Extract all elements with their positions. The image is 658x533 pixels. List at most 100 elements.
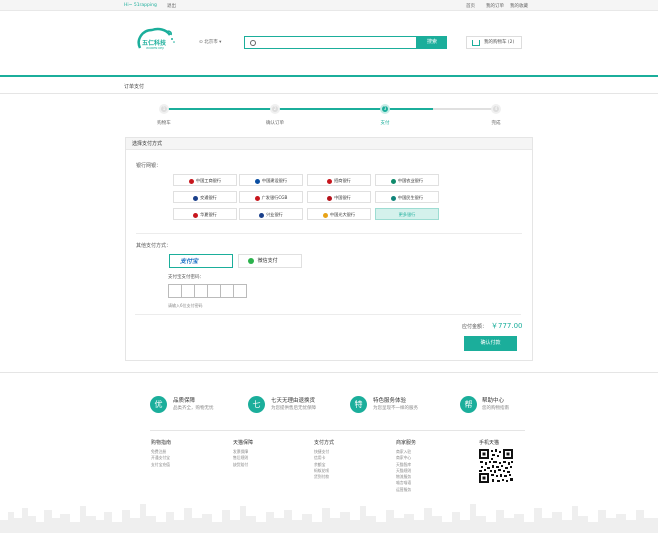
progress-fill <box>163 108 433 110</box>
bank-option-hxb[interactable]: 华夏银行 <box>173 208 237 220</box>
bank-option-boc[interactable]: 中国银行 <box>307 191 371 203</box>
search-button[interactable]: 搜索 <box>417 36 447 49</box>
bank-logo-icon <box>259 212 265 218</box>
footer-heading: 天猫保障 <box>233 440 254 446</box>
password-digit-3[interactable] <box>194 284 208 298</box>
service-subtitle: 品类齐全，购物无忧 <box>173 406 214 411</box>
password-digit-6[interactable] <box>233 284 247 298</box>
my-favorites-link[interactable]: 我的收藏 <box>510 3 528 9</box>
location-text: 北京市 <box>204 40 218 45</box>
service-title: 帮助中心 <box>482 398 505 404</box>
home-link[interactable]: 首页 <box>466 3 475 9</box>
bank-option-icbc[interactable]: 中国工商银行 <box>173 174 237 186</box>
bank-option-cib[interactable]: 兴业银行 <box>239 208 303 220</box>
bank-option-bocom[interactable]: 交通银行 <box>173 191 237 203</box>
footer-heading: 购物指南 <box>151 440 172 446</box>
special-service-icon: 特 <box>350 396 367 413</box>
bank-logo-icon <box>322 212 328 218</box>
service-title: 七天无理由退换货 <box>271 398 316 404</box>
alipay-option[interactable]: 支付宝 <box>169 254 233 268</box>
password-digit-2[interactable] <box>181 284 195 298</box>
wechat-icon <box>248 257 254 264</box>
section-divider <box>136 233 522 234</box>
bank-logo-icon <box>327 178 333 184</box>
step-3-dot: 3 <box>380 104 390 114</box>
service-subtitle: 您的购物指南 <box>482 406 509 411</box>
bank-logo-icon <box>390 195 396 201</box>
password-digit-4[interactable] <box>207 284 221 298</box>
footer-heading: 商家服务 <box>396 440 417 446</box>
city-skyline-decoration <box>0 504 658 533</box>
step-1-label: 购物车 <box>157 121 171 126</box>
bank-logo-icon <box>390 178 396 184</box>
step-2-dot: 2 <box>270 104 280 114</box>
bank-logo-icon <box>327 195 333 201</box>
footer-link[interactable]: 运营服务 <box>396 487 416 493</box>
bank-logo-icon <box>188 178 194 184</box>
bank-logo-icon <box>254 195 260 201</box>
service-subtitle: 为您提供售后无忧保障 <box>271 406 316 411</box>
cart-label: 我的购物车 (2) <box>484 40 515 45</box>
services-divider <box>0 372 658 373</box>
step-4-dot: 4 <box>491 104 501 114</box>
logout-link[interactable]: 退出 <box>167 3 176 9</box>
footer-link[interactable]: 缺货赔付 <box>233 462 253 468</box>
bank-logo-icon <box>254 178 260 184</box>
location-selector[interactable]: ⊙ 北京市 ▾ <box>199 39 221 45</box>
welcome-text[interactable]: Hi~ 51rapping <box>124 3 157 8</box>
qr-code-icon <box>478 448 514 484</box>
panel-title: 选择支付方式 <box>126 138 532 150</box>
footer-link[interactable]: 开通支付宝 <box>151 455 171 461</box>
section-divider <box>135 314 521 315</box>
bank-option-cmb[interactable]: 招商银行 <box>307 174 371 186</box>
header-divider <box>0 75 658 77</box>
bank-option-cgb[interactable]: 广发银行CGB <box>239 191 303 203</box>
footer-link[interactable]: 货到付款 <box>314 474 334 480</box>
location-pin-icon: ⊙ <box>199 40 203 45</box>
search-icon <box>250 40 256 46</box>
seven-day-return-icon: 七 <box>248 396 265 413</box>
footer-column: 购物指南 免费注册 开通支付宝 支付宝充值 <box>151 439 171 468</box>
shopping-cart-icon <box>472 40 480 46</box>
bank-option-ccb[interactable]: 中国建设银行 <box>239 174 303 186</box>
bank-logo-icon <box>193 195 199 201</box>
bank-logo-icon <box>193 212 199 218</box>
password-label: 支付宝支付密码： <box>168 275 204 280</box>
total-amount: ￥777.00 <box>491 322 523 330</box>
password-digit-1[interactable] <box>168 284 182 298</box>
footer-column: 商家服务 商家入驻 商家中心 天猫智库 天猫规则 物流服务 喵言喵语 运营服务 <box>396 439 416 493</box>
bank-section-title: 银行网银： <box>136 163 162 169</box>
service-title: 特色服务体验 <box>373 398 407 404</box>
help-center-icon: 帮 <box>460 396 477 413</box>
my-orders-link[interactable]: 我的订单 <box>486 3 504 9</box>
top-bar: Hi~ 51rapping 退出 首页 我的订单 我的收藏 <box>0 0 658 11</box>
footer-link[interactable]: 支付宝充值 <box>151 462 171 468</box>
more-banks-button[interactable]: 更多银行 <box>375 208 439 220</box>
service-subtitle: 为您呈现不一样的服务 <box>373 406 418 411</box>
password-digit-5[interactable] <box>220 284 234 298</box>
step-3-label: 支付 <box>380 121 390 126</box>
step-4-label: 完成 <box>491 121 501 126</box>
other-payment-title: 其他支付方式： <box>136 243 172 249</box>
bank-option-abc[interactable]: 中国农业银行 <box>375 174 439 186</box>
alipay-logo: 支付宝 <box>180 258 199 265</box>
footer-divider <box>150 430 525 431</box>
wechat-pay-option[interactable]: 微信支付 <box>238 254 302 268</box>
bank-option-cmbc[interactable]: 中国民生银行 <box>375 191 439 203</box>
footer-column: 支付方式 快捷支付 信用卡 余额宝 蚂蚁花呗 货到付款 <box>314 439 334 480</box>
confirm-payment-button[interactable]: 确认付款 <box>464 336 517 351</box>
footer-heading: 支付方式 <box>314 440 335 446</box>
step-1-dot: 1 <box>159 104 169 114</box>
step-2-label: 确认订单 <box>266 121 284 126</box>
total-label: 应付金额： <box>462 324 488 330</box>
footer-column: 天猫保障 发票保障 售后规则 缺货赔付 <box>233 439 253 468</box>
wechat-pay-label: 微信支付 <box>257 258 278 264</box>
logo-subtext: WUREN KEJI <box>146 46 164 50</box>
quality-icon: 优 <box>150 396 167 413</box>
search-input[interactable] <box>244 36 417 49</box>
bank-option-ceb[interactable]: 中国光大银行 <box>307 208 371 220</box>
chevron-down-icon: ▾ <box>219 40 222 45</box>
service-title: 品质保障 <box>173 398 196 404</box>
breadcrumb-divider <box>0 93 658 94</box>
cart-button[interactable]: 我的购物车 (2) <box>466 36 522 49</box>
